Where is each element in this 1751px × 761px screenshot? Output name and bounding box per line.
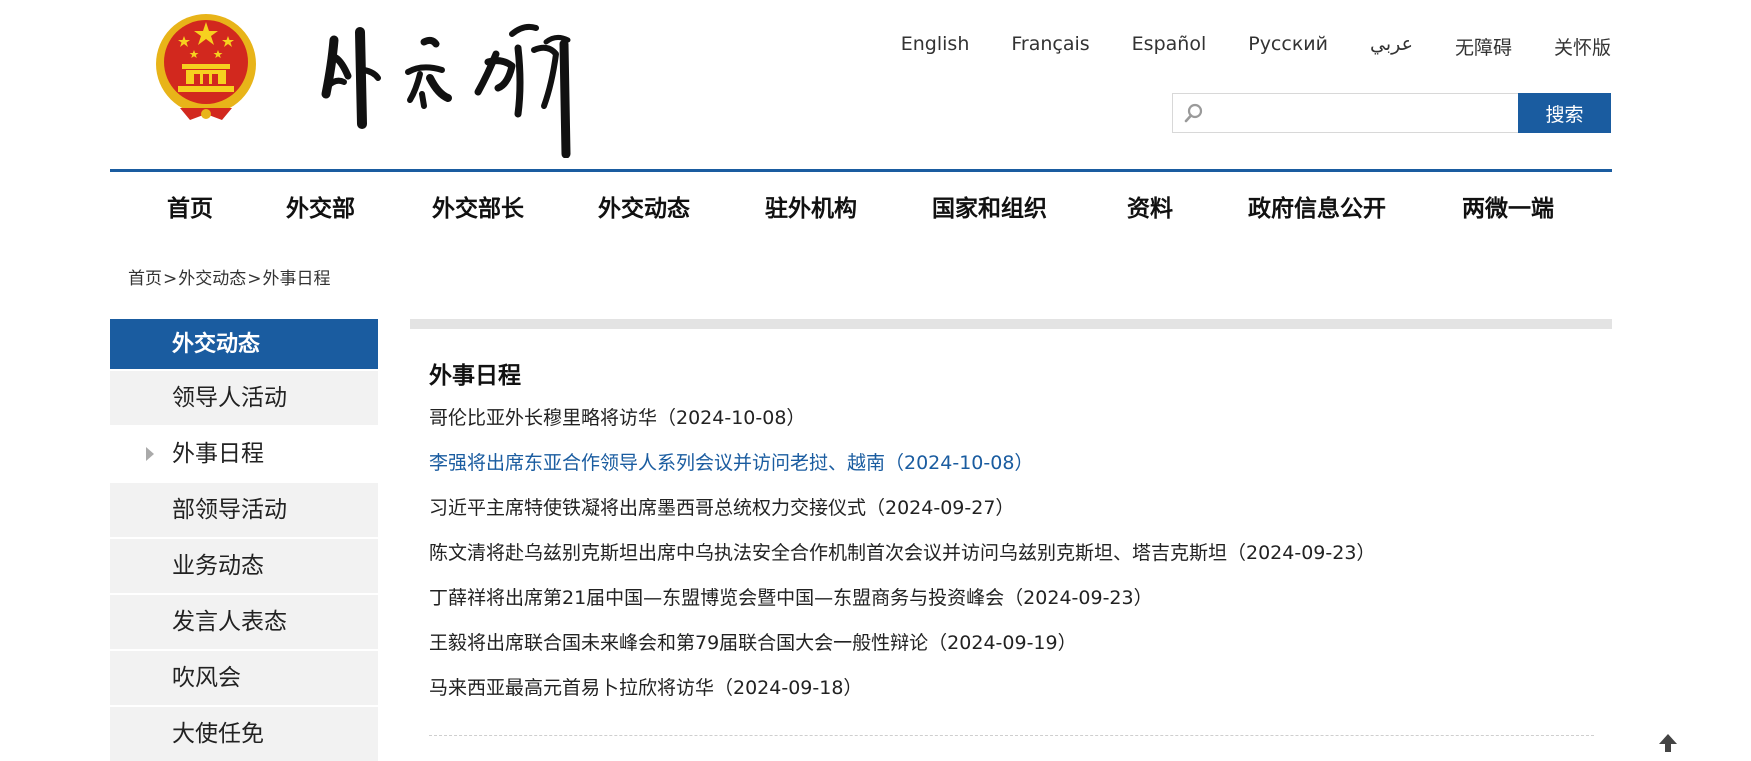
ministry-calligraphy-logo[interactable] <box>312 14 604 158</box>
content-top-bar <box>410 319 1612 329</box>
list-item: 习近平主席特使铁凝将出席墨西哥总统权力交接仪式（2024-09-27） <box>429 495 1375 540</box>
sidebar-title: 外交动态 <box>110 319 378 369</box>
sidebar-item-diplomatic-schedule[interactable]: 外事日程 <box>110 427 378 481</box>
news-link[interactable]: 马来西亚最高元首易卜拉欣将访华（2024-09-18） <box>429 677 862 699</box>
nav-item-countries-organizations[interactable]: 国家和组织 <box>932 189 1047 223</box>
lang-link-english[interactable]: English <box>901 33 970 60</box>
sidebar-item-briefings[interactable]: 吹风会 <box>110 651 378 705</box>
breadcrumb-home[interactable]: 首页 <box>128 269 162 289</box>
list-item: 王毅将出席联合国未来峰会和第79届联合国大会一般性辩论（2024-09-19） <box>429 630 1375 675</box>
lang-link-russian[interactable]: Русский <box>1248 33 1328 60</box>
breadcrumb-separator: > <box>163 269 178 289</box>
accessibility-link[interactable]: 无障碍 <box>1455 33 1512 60</box>
breadcrumb: 首页>外交动态>外事日程 <box>128 264 331 289</box>
sidebar-item-spokesperson-remarks[interactable]: 发言人表态 <box>110 595 378 649</box>
nav-item-social-media[interactable]: 两微一端 <box>1462 189 1554 223</box>
breadcrumb-diplomatic-news[interactable]: 外交动态 <box>178 269 246 289</box>
nav-item-diplomatic-news[interactable]: 外交动态 <box>598 189 690 223</box>
national-emblem-icon[interactable] <box>150 12 262 124</box>
page: English Français Español Русский عربي 无障… <box>0 0 1751 761</box>
sidebar-item-ambassador-appointments[interactable]: 大使任免 <box>110 707 378 761</box>
caret-right-icon <box>146 447 154 461</box>
news-link[interactable]: 习近平主席特使铁凝将出席墨西哥总统权力交接仪式（2024-09-27） <box>429 497 1014 519</box>
lang-link-spanish[interactable]: Español <box>1132 33 1207 60</box>
search-bar: 搜索 <box>1172 93 1611 133</box>
list-item: 陈文清将赴乌兹别克斯坦出席中乌执法安全合作机制首次会议并访问乌兹别克斯坦、塔吉克… <box>429 540 1375 585</box>
news-link[interactable]: 李强将出席东亚合作领导人系列会议并访问老挝、越南（2024-10-08） <box>429 452 1033 474</box>
sidebar-item-label: 发言人表态 <box>172 609 287 635</box>
news-link[interactable]: 丁薛祥将出席第21届中国—东盟博览会暨中国—东盟商务与投资峰会（2024-09-… <box>429 587 1153 609</box>
list-divider <box>429 735 1594 736</box>
lang-link-arabic[interactable]: عربي <box>1370 33 1413 60</box>
sidebar-item-business-news[interactable]: 业务动态 <box>110 539 378 593</box>
sidebar: 外交动态 领导人活动 外事日程 部领导活动 业务动态 发言人表态 吹风会 大使任… <box>110 319 378 761</box>
sidebar-item-label: 部领导活动 <box>172 497 287 523</box>
sidebar-item-label: 大使任免 <box>172 721 264 747</box>
search-box <box>1172 93 1518 133</box>
sidebar-item-leader-activities[interactable]: 领导人活动 <box>110 371 378 425</box>
elderly-care-mode-link[interactable]: 关怀版 <box>1554 33 1611 60</box>
nav-item-home[interactable]: 首页 <box>167 189 213 223</box>
sidebar-item-label: 领导人活动 <box>172 385 287 411</box>
search-input[interactable] <box>1173 94 1518 132</box>
sidebar-item-label: 外事日程 <box>172 441 264 467</box>
news-link[interactable]: 哥伦比亚外长穆里略将访华（2024-10-08） <box>429 407 805 429</box>
sidebar-item-label: 吹风会 <box>172 665 241 691</box>
news-link[interactable]: 陈文清将赴乌兹别克斯坦出席中乌执法安全合作机制首次会议并访问乌兹别克斯坦、塔吉克… <box>429 542 1375 564</box>
search-icon <box>1184 103 1203 123</box>
nav-item-resources[interactable]: 资料 <box>1127 189 1173 223</box>
breadcrumb-schedule[interactable]: 外事日程 <box>263 269 331 289</box>
news-list: 哥伦比亚外长穆里略将访华（2024-10-08） 李强将出席东亚合作领导人系列会… <box>429 405 1375 720</box>
content-title: 外事日程 <box>429 363 521 389</box>
breadcrumb-separator: > <box>247 269 262 289</box>
nav-item-government-information[interactable]: 政府信息公开 <box>1248 189 1386 223</box>
nav-item-missions-abroad[interactable]: 驻外机构 <box>765 189 857 223</box>
search-button[interactable]: 搜索 <box>1518 93 1611 133</box>
sidebar-item-ministry-leader-activities[interactable]: 部领导活动 <box>110 483 378 537</box>
list-item: 马来西亚最高元首易卜拉欣将访华（2024-09-18） <box>429 675 1375 720</box>
nav-item-ministry[interactable]: 外交部 <box>286 189 355 223</box>
news-link[interactable]: 王毅将出席联合国未来峰会和第79届联合国大会一般性辩论（2024-09-19） <box>429 632 1077 654</box>
sidebar-item-label: 业务动态 <box>172 553 264 579</box>
arrow-up-icon[interactable] <box>1658 734 1678 752</box>
main-nav: 首页 外交部 外交部长 外交动态 驻外机构 国家和组织 资料 政府信息公开 两微… <box>110 172 1612 234</box>
list-item: 哥伦比亚外长穆里略将访华（2024-10-08） <box>429 405 1375 450</box>
list-item: 丁薛祥将出席第21届中国—东盟博览会暨中国—东盟商务与投资峰会（2024-09-… <box>429 585 1375 630</box>
nav-item-minister[interactable]: 外交部长 <box>432 189 524 223</box>
list-item: 李强将出席东亚合作领导人系列会议并访问老挝、越南（2024-10-08） <box>429 450 1375 495</box>
lang-link-french[interactable]: Français <box>1011 33 1089 60</box>
language-bar: English Français Español Русский عربي 无障… <box>901 33 1611 60</box>
